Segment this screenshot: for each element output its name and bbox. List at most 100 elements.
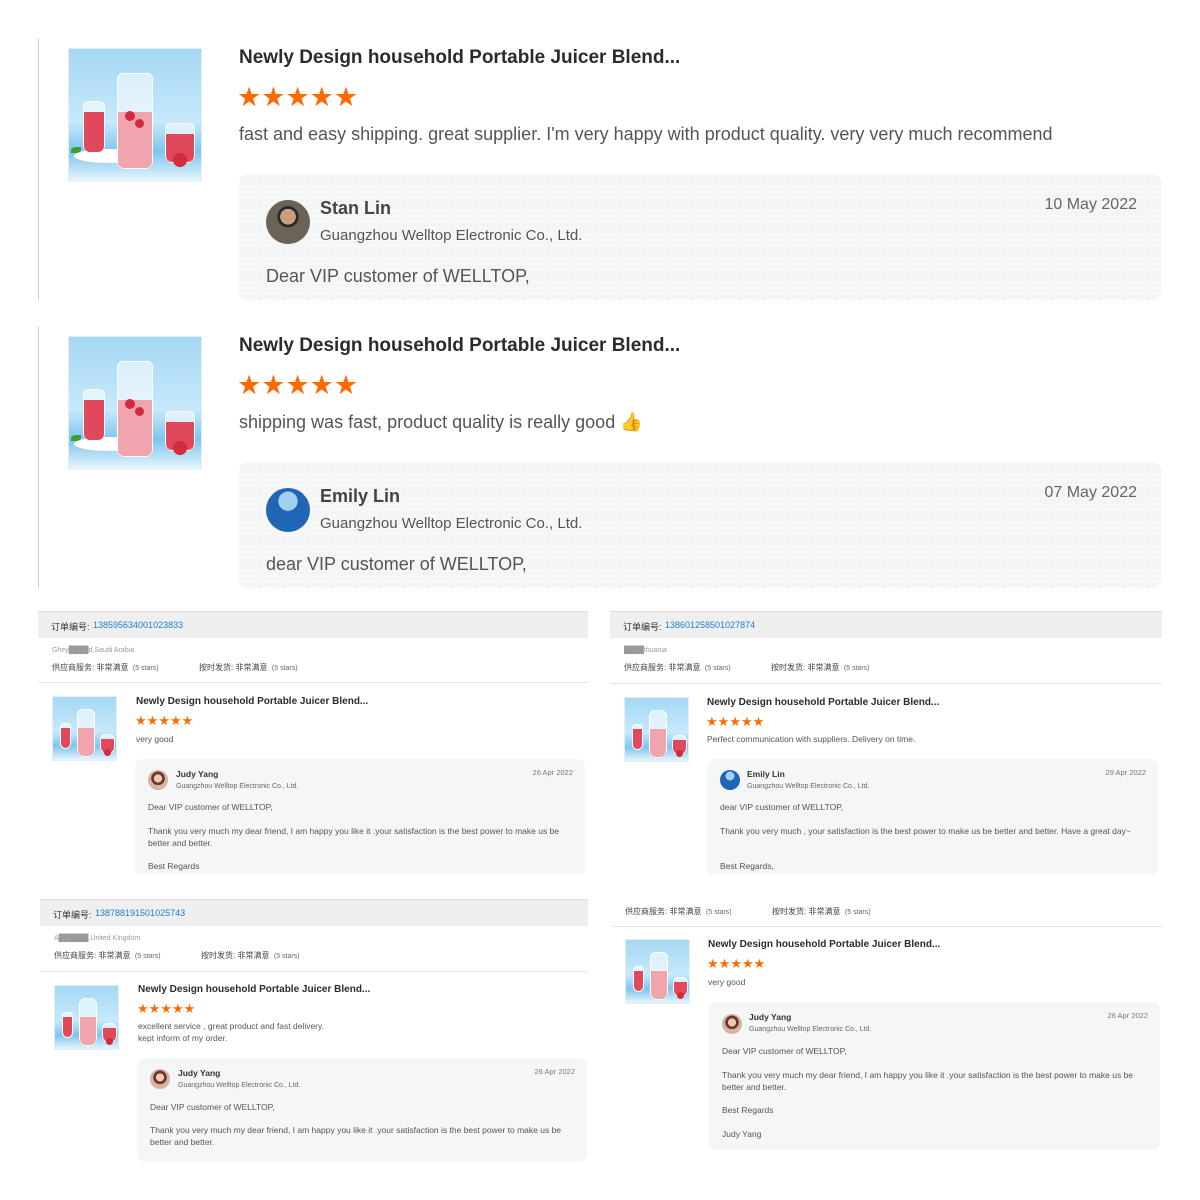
reply-author: Judy Yang	[176, 769, 219, 779]
star-icon: ★	[137, 1001, 149, 1016]
seller-reply: Judy Yang Guangzhou Welltop Electronic C…	[137, 1058, 587, 1162]
star-icon: ★	[717, 714, 730, 729]
review-text-line-2: kept inform of my order.	[138, 1033, 228, 1043]
avatar	[722, 1014, 742, 1034]
reply-author: Stan Lin	[320, 198, 391, 218]
order-label: 订单编号:	[623, 622, 662, 632]
star-icon: ★	[171, 1001, 184, 1016]
avatar	[266, 488, 310, 532]
star-icon: ★	[237, 370, 262, 400]
reply-signature: Judy Yang	[722, 1129, 762, 1139]
review-card: Newly Design household Portable Juicer B…	[38, 326, 1168, 588]
reply-date: 07 May 2022	[1044, 484, 1137, 501]
supplier-service-rating: 供应商服务: 非常满意 (5 stars)	[54, 951, 161, 960]
seller-reply: Emily Lin Guangzhou Welltop Electronic C…	[239, 462, 1161, 588]
rating-stars: ★ ★ ★ ★ ★	[706, 715, 764, 728]
seller-reply: Stan Lin Guangzhou Welltop Electronic Co…	[239, 174, 1161, 300]
star-icon: ★	[333, 370, 359, 400]
rating-stars: ★ ★ ★ ★ ★	[237, 84, 358, 111]
order-number-link[interactable]: 138601258501027874	[665, 620, 755, 630]
order-header: 订单编号: 138788191501025743	[40, 899, 588, 926]
reply-company: Guangzhou Welltop Electronic Co., Ltd.	[747, 783, 870, 790]
reply-date: 26 Apr 2022	[1107, 1011, 1148, 1020]
avatar	[720, 770, 740, 790]
star-icon: ★	[148, 1001, 161, 1016]
star-icon: ★	[285, 82, 310, 112]
reply-greeting: Dear VIP customer of WELLTOP,	[150, 1102, 275, 1112]
supplier-service-rating: 供应商服务: 非常满意 (5 stars)	[52, 663, 159, 672]
seller-reply: Judy Yang Guangzhou Welltop Electronic C…	[135, 759, 585, 874]
reply-author: Judy Yang	[749, 1012, 792, 1022]
reply-company: Guangzhou Welltop Electronic Co., Ltd.	[749, 1026, 872, 1033]
order-review-panel: 订单编号: 138788191501025743 A██████,United …	[40, 899, 588, 1162]
review-text: very good	[136, 734, 174, 744]
reply-author: Emily Lin	[320, 486, 401, 506]
star-icon: ★	[729, 714, 741, 729]
order-header: 订单编号: 138595634001023833	[38, 611, 588, 638]
on-time-rating: 按时发货: 非常满意 (5 stars)	[772, 907, 871, 916]
product-thumbnail[interactable]	[68, 48, 202, 182]
reply-company: Guangzhou Welltop Electronic Co., Ltd.	[320, 515, 583, 532]
reply-company: Guangzhou Welltop Electronic Co., Ltd.	[320, 227, 583, 244]
reply-greeting: Dear VIP customer of WELLTOP,	[722, 1046, 847, 1056]
product-thumbnail[interactable]	[52, 696, 117, 761]
rating-stars: ★ ★ ★ ★ ★	[137, 1002, 195, 1015]
product-title[interactable]: Newly Design household Portable Juicer B…	[708, 939, 940, 950]
product-thumbnail[interactable]	[68, 336, 202, 470]
star-icon: ★	[309, 82, 334, 112]
review-text: shipping was fast, product quality is re…	[239, 412, 643, 432]
on-time-rating: 按时发货: 非常满意 (5 stars)	[199, 663, 298, 672]
reply-author: Emily Lin	[747, 769, 785, 779]
reply-closing: Best Regards	[148, 861, 200, 871]
order-header: 订单编号: 138601258501027874	[610, 611, 1162, 638]
reply-body: Thank you very much , your satisfaction …	[720, 826, 1131, 836]
order-number-link[interactable]: 138595634001023833	[93, 620, 183, 630]
star-icon: ★	[752, 714, 765, 729]
seller-reply: Judy Yang Guangzhou Welltop Electronic C…	[708, 1002, 1160, 1150]
rating-stars: ★ ★ ★ ★ ★	[237, 372, 358, 399]
star-icon: ★	[706, 714, 718, 729]
product-thumbnail[interactable]	[625, 939, 690, 1004]
reply-date: 10 May 2022	[1044, 196, 1137, 213]
reply-closing: Best Regards,	[720, 861, 774, 871]
reply-text: dear VIP customer of WELLTOP,	[266, 554, 527, 574]
star-icon: ★	[309, 370, 334, 400]
order-review-panel: 订单编号: 138601258501027874 ████thuania 供应商…	[610, 611, 1162, 874]
product-thumbnail[interactable]	[54, 985, 119, 1050]
product-title[interactable]: Newly Design household Portable Juicer B…	[239, 335, 680, 357]
star-icon: ★	[158, 713, 170, 728]
product-thumbnail[interactable]	[624, 697, 689, 762]
star-icon: ★	[741, 956, 754, 971]
reply-company: Guangzhou Welltop Electronic Co., Ltd.	[176, 783, 299, 790]
reply-body: Thank you very much my dear friend, I am…	[150, 1125, 562, 1147]
reply-date: 29 Apr 2022	[1105, 768, 1146, 777]
reply-author: Judy Yang	[178, 1068, 221, 1078]
review-text: Perfect communication with suppliers. De…	[707, 734, 916, 744]
product-title[interactable]: Newly Design household Portable Juicer B…	[707, 697, 939, 708]
star-icon: ★	[237, 82, 262, 112]
rating-stars: ★ ★ ★ ★ ★	[135, 714, 193, 727]
star-icon: ★	[183, 1001, 196, 1016]
star-icon: ★	[285, 370, 310, 400]
avatar	[266, 200, 310, 244]
reply-closing: Best Regards	[722, 1105, 774, 1115]
order-number-link[interactable]: 138788191501025743	[95, 908, 185, 918]
supplier-service-rating: 供应商服务: 非常满意 (5 stars)	[625, 907, 732, 916]
reply-body: Thank you very much my dear friend, I am…	[722, 1070, 1134, 1092]
order-review-panel: 供应商服务: 非常满意 (5 stars) 按时发货: 非常满意 (5 star…	[612, 899, 1162, 1162]
buyer-info: Ghey████d,Saudi Arabia	[52, 647, 135, 654]
reply-date: 26 Apr 2022	[532, 768, 573, 777]
product-title[interactable]: Newly Design household Portable Juicer B…	[239, 47, 680, 69]
review-text: excellent service , great product and fa…	[138, 1021, 324, 1031]
on-time-rating: 按时发货: 非常满意 (5 stars)	[771, 663, 870, 672]
star-icon: ★	[169, 713, 182, 728]
reply-greeting: Dear VIP customer of WELLTOP,	[148, 802, 273, 812]
star-icon: ★	[333, 82, 359, 112]
avatar	[150, 1069, 170, 1089]
review-text: fast and easy shipping. great supplier. …	[239, 124, 1053, 144]
star-icon: ★	[135, 713, 147, 728]
product-title[interactable]: Newly Design household Portable Juicer B…	[136, 696, 368, 707]
star-icon: ★	[753, 956, 766, 971]
order-label: 订单编号:	[51, 622, 90, 632]
product-title[interactable]: Newly Design household Portable Juicer B…	[138, 984, 370, 995]
